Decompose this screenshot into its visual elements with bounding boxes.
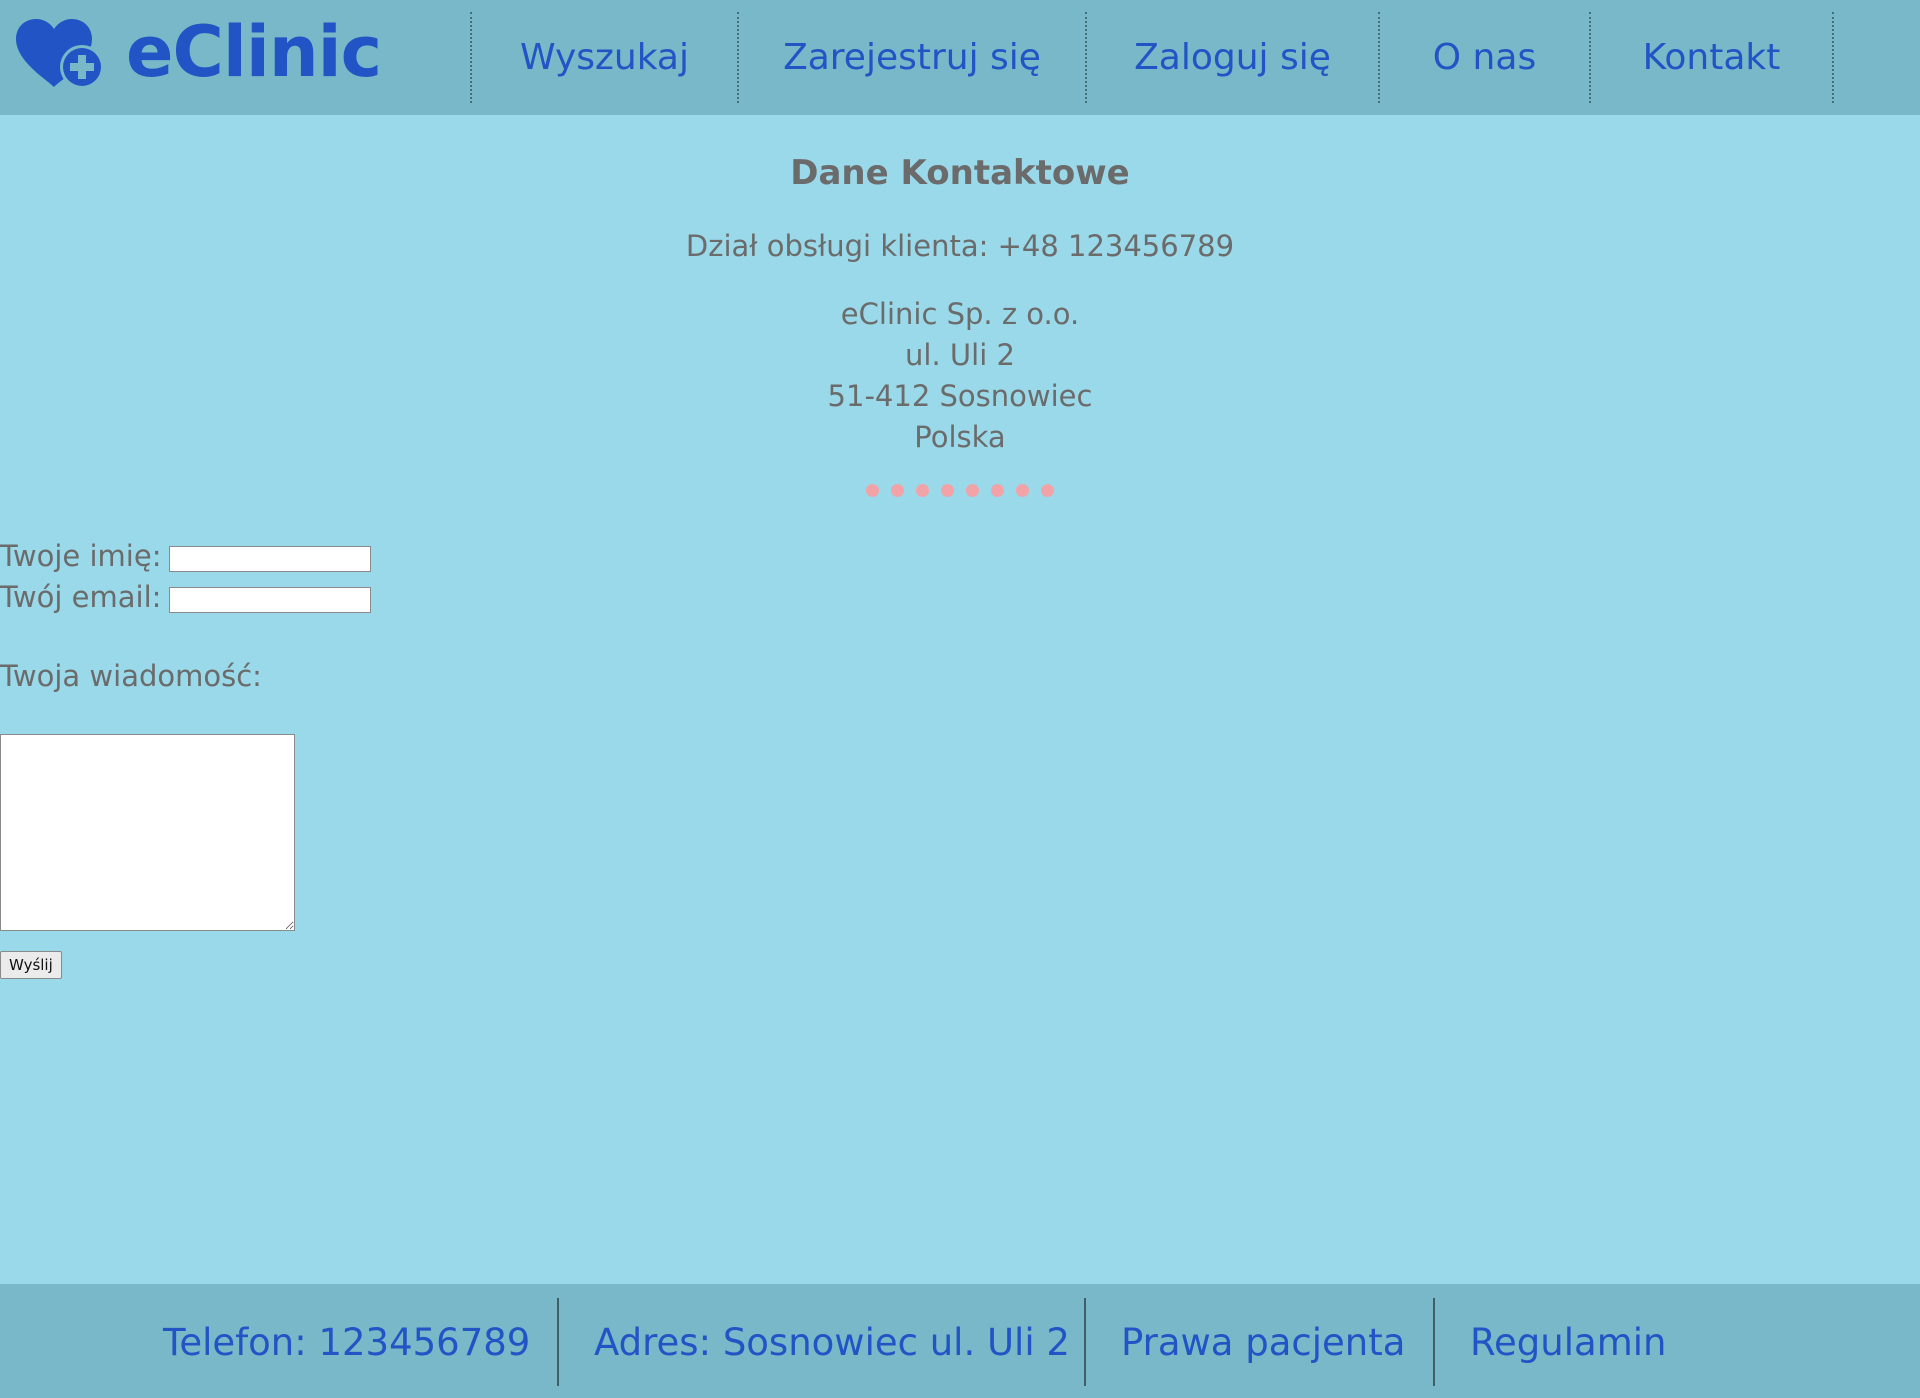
divider-dot [1016,484,1029,497]
email-input[interactable] [169,586,372,613]
address-line-company: eClinic Sp. z o.o. [840,297,1080,331]
email-row: Twój email: [0,576,372,617]
dotted-divider [0,484,1920,497]
nav-item-zaloguj[interactable]: Zaloguj się [1087,12,1380,103]
name-label: Twoje imię: [0,538,162,573]
divider-dot [991,484,1004,497]
divider-dot [941,484,954,497]
message-textarea[interactable] [0,734,295,931]
address-line-street: ul. Uli 2 [905,338,1015,372]
footer-phone: Telefon: 123456789 [163,1320,531,1364]
company-address: eClinic Sp. z o.o. ul. Uli 2 51-412 Sosn… [0,294,1920,458]
divider-dot [891,484,904,497]
logo[interactable]: eClinic [14,11,382,94]
message-label: Twoja wiadomość: [0,659,262,693]
heart-plus-icon [14,17,106,91]
name-input[interactable] [169,545,372,572]
divider-dot [966,484,979,497]
footer-address: Adres: Sosnowiec ul. Uli 2 [594,1320,1070,1364]
customer-service-phone: Dział obsługi klienta: +48 123456789 [685,229,1235,263]
nav-item-o-nas[interactable]: O nas [1380,12,1591,103]
nav-item-zarejestruj[interactable]: Zarejestruj się [739,12,1087,103]
contact-form: Twoje imię: Twój email: Twoja wiadomość:… [0,535,372,979]
divider-dot [1041,484,1054,497]
contact-title: Dane Kontaktowe [790,153,1130,193]
contact-section: Dane Kontaktowe Dział obsługi klienta: +… [0,150,1920,497]
nav-item-kontakt[interactable]: Kontakt [1591,12,1834,103]
footer-link-patient-rights[interactable]: Prawa pacjenta [1121,1298,1405,1386]
main-nav: Wyszukaj Zarejestruj się Zaloguj się O n… [470,12,1834,103]
send-button[interactable]: Wyślij [0,951,62,979]
address-line-city: 51-412 Sosnowiec [827,379,1093,413]
nav-item-wyszukaj[interactable]: Wyszukaj [472,12,739,103]
footer-divider [1084,1298,1086,1386]
footer: Telefon: 123456789 Adres: Sosnowiec ul. … [0,1284,1920,1398]
divider-dot [916,484,929,497]
footer-link-terms[interactable]: Regulamin [1470,1298,1666,1386]
name-row: Twoje imię: [0,535,372,576]
address-line-country: Polska [914,420,1006,454]
brand-name: eClinic [126,11,382,93]
divider-dot [866,484,879,497]
footer-divider [557,1298,559,1386]
email-label: Twój email: [0,579,162,614]
footer-divider [1433,1298,1435,1386]
header: eClinic Wyszukaj Zarejestruj się Zaloguj… [0,0,1920,115]
